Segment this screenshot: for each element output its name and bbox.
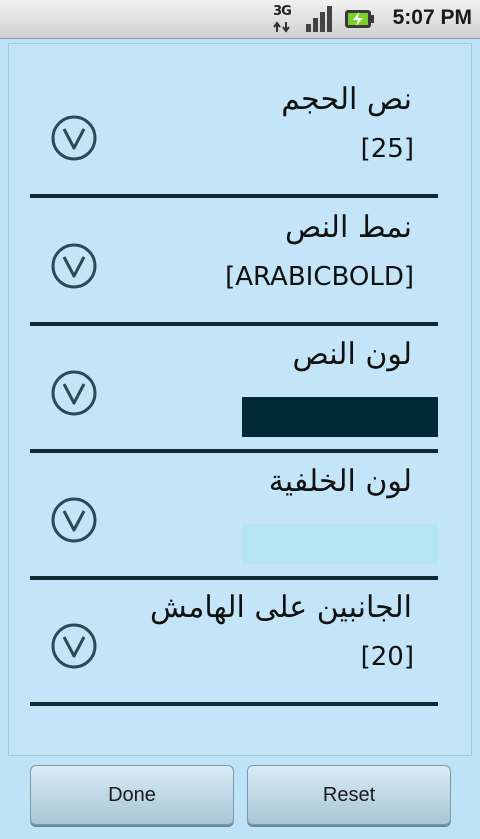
check-circle-icon[interactable] — [50, 622, 98, 670]
dialog-button-bar: Done Reset — [0, 756, 480, 839]
text-color-swatch[interactable] — [242, 397, 438, 437]
background-color-swatch[interactable] — [242, 524, 438, 564]
setting-row-text-size[interactable]: نص الحجم [25] — [30, 70, 438, 198]
check-circle-icon[interactable] — [50, 496, 98, 544]
check-circle-icon[interactable] — [50, 114, 98, 162]
reset-button[interactable]: Reset — [247, 765, 451, 825]
setting-row-background-color[interactable]: لون الخلفية — [30, 452, 438, 580]
setting-title: لون الخلفية — [268, 464, 412, 499]
signal-strength-icon — [306, 6, 332, 32]
setting-title: نمط النص — [285, 210, 412, 245]
data-arrows-icon — [273, 21, 290, 33]
network-label: 3G — [273, 4, 292, 19]
status-time: 5:07 PM — [392, 6, 472, 29]
check-circle-icon[interactable] — [50, 369, 98, 417]
setting-title: الجانبين على الهامش — [150, 590, 412, 625]
setting-value: [25] — [360, 134, 414, 164]
done-button[interactable]: Done — [30, 765, 234, 825]
setting-value: [ARABICBOLD] — [225, 262, 414, 292]
check-circle-icon[interactable] — [50, 242, 98, 290]
setting-row-text-style[interactable]: نمط النص [ARABICBOLD] — [30, 198, 438, 326]
3g-data-icon: 3G — [268, 4, 296, 34]
status-bar: 3G 5:07 PM — [0, 0, 480, 39]
settings-list[interactable]: نص الحجم [25] نمط النص [ARABICBOLD] لون … — [8, 43, 472, 756]
setting-title: نص الحجم — [281, 82, 412, 117]
setting-title: لون النص — [292, 337, 413, 372]
setting-value: [20] — [360, 642, 414, 672]
setting-row-text-color[interactable]: لون النص — [30, 325, 438, 453]
setting-row-side-margin[interactable]: الجانبين على الهامش [20] — [30, 578, 438, 706]
settings-dialog: نص الحجم [25] نمط النص [ARABICBOLD] لون … — [0, 39, 480, 839]
battery-charging-icon — [345, 10, 374, 28]
